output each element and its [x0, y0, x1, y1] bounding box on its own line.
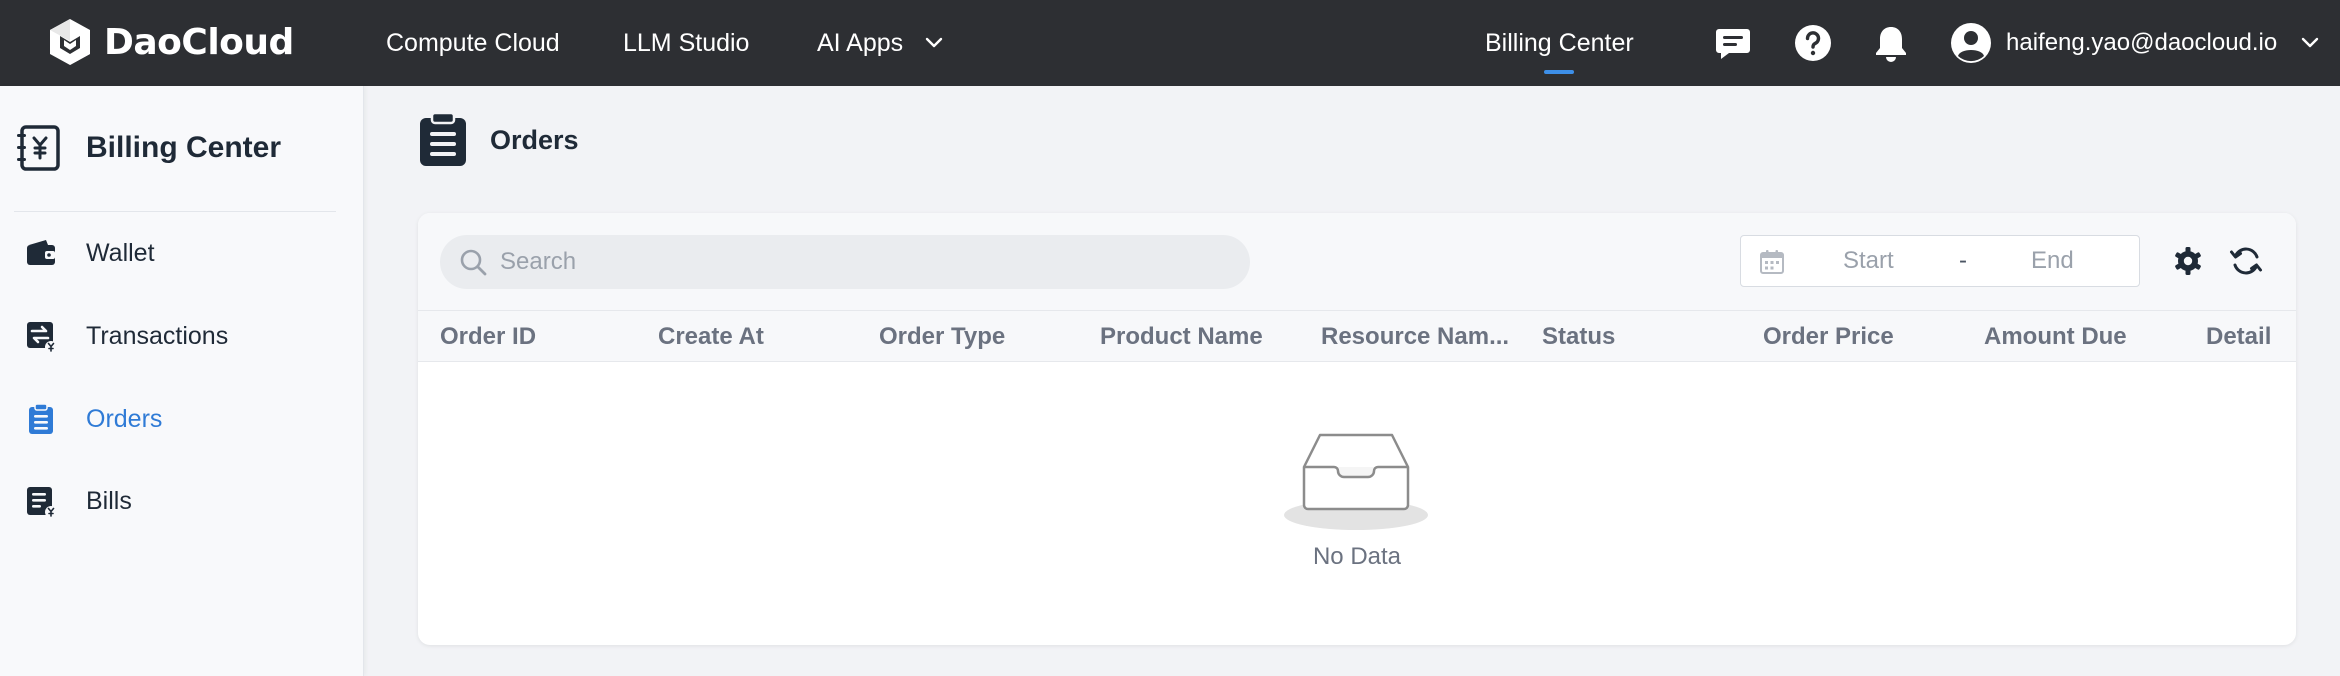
transactions-icon [27, 322, 57, 353]
bell-icon [1876, 27, 1906, 62]
date-start-input[interactable]: Start [1843, 247, 1894, 275]
empty-state-text: No Data [1312, 543, 1402, 570]
refresh-button[interactable] [2226, 241, 2266, 281]
sidebar-item-wallet[interactable]: Wallet [0, 224, 362, 282]
billing-center-icon [17, 125, 60, 171]
nav-item-label: LLM Studio [623, 28, 750, 57]
wallet-icon [27, 240, 55, 265]
brand-logo[interactable]: DaoCloud [44, 14, 294, 70]
sidebar-divider [14, 211, 336, 212]
empty-state: No Data [418, 363, 2296, 645]
sidebar-item-label: Wallet [86, 238, 155, 267]
date-range-picker[interactable]: Start - End [1740, 235, 2140, 287]
brand-name: DaoCloud [104, 21, 294, 63]
gear-icon [2175, 247, 2201, 275]
sidebar-item-label: Transactions [86, 321, 229, 350]
column-header-product-name[interactable]: Product Name [1100, 311, 1263, 363]
sidebar: Billing Center Wallet Transactions Order… [0, 86, 364, 676]
help-button[interactable] [1791, 21, 1835, 65]
user-email: haifeng.yao@daocloud.io [2006, 29, 2278, 56]
notifications-button[interactable] [1869, 21, 1913, 65]
sidebar-item-label: Orders [86, 404, 163, 433]
user-menu[interactable]: haifeng.yao@daocloud.io [1950, 0, 2321, 86]
table-toolbar: Start - End [418, 213, 2296, 310]
daocloud-logo-icon [50, 19, 90, 65]
page-header: Orders [418, 112, 579, 168]
column-header-create-at[interactable]: Create At [658, 311, 764, 363]
bills-icon [27, 487, 57, 518]
sidebar-item-transactions[interactable]: Transactions [0, 307, 362, 365]
page-title: Orders [490, 124, 579, 155]
search-input[interactable] [500, 248, 1200, 276]
empty-inbox-icon [1284, 433, 1428, 530]
column-header-order-id[interactable]: Order ID [440, 311, 536, 363]
orders-icon [29, 403, 53, 434]
search-icon [460, 249, 487, 276]
sidebar-item-orders[interactable]: Orders [0, 390, 362, 448]
chevron-down-icon [925, 37, 943, 48]
date-range-separator: - [1959, 247, 1967, 274]
nav-llm-studio[interactable]: LLM Studio [623, 0, 749, 86]
sidebar-header: Billing Center [14, 124, 281, 172]
sidebar-item-label: Bills [86, 486, 132, 515]
column-header-amount-due[interactable]: Amount Due [1984, 311, 2127, 363]
help-icon [1795, 25, 1831, 61]
nav-item-label: Compute Cloud [386, 28, 560, 57]
sidebar-title: Billing Center [86, 131, 282, 164]
nav-billing-center[interactable]: Billing Center [1485, 0, 1634, 86]
chevron-down-icon [2302, 37, 2319, 48]
active-nav-indicator [1544, 70, 1575, 74]
orders-card: Start - End Orde [418, 213, 2296, 645]
table-header: Order ID Create At Order Type Product Na… [418, 310, 2296, 362]
orders-page-icon [420, 112, 466, 166]
top-navbar: DaoCloud Compute Cloud LLM Studio AI App… [0, 0, 2340, 86]
column-header-order-type[interactable]: Order Type [879, 311, 1005, 363]
nav-item-label: AI Apps [817, 28, 904, 57]
nav-ai-apps[interactable]: AI Apps [817, 0, 945, 86]
nav-compute-cloud[interactable]: Compute Cloud [386, 0, 560, 86]
user-avatar-icon [1951, 23, 1991, 63]
messages-button[interactable] [1711, 21, 1755, 65]
calendar-icon [1760, 250, 1784, 274]
sidebar-item-bills[interactable]: Bills [0, 472, 362, 530]
chat-icon [1716, 29, 1750, 59]
refresh-icon [2230, 247, 2262, 275]
search-box [440, 235, 1250, 289]
column-header-resource-name[interactable]: Resource Nam... [1321, 311, 1509, 363]
date-end-input[interactable]: End [2031, 247, 2074, 275]
column-settings-button[interactable] [2168, 241, 2208, 281]
column-header-order-price[interactable]: Order Price [1763, 311, 1894, 363]
column-header-status[interactable]: Status [1542, 311, 1615, 363]
column-header-detail[interactable]: Detail [2206, 311, 2271, 363]
nav-item-label: Billing Center [1485, 28, 1634, 57]
